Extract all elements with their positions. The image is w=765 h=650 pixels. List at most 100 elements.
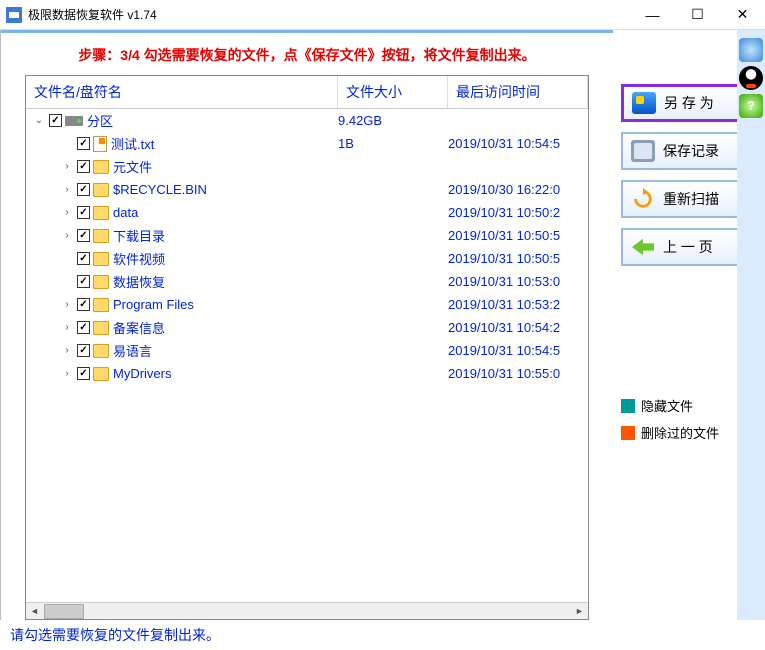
table-row[interactable]: › 下载目录 2019/10/31 10:50:5 — [26, 224, 588, 247]
horizontal-scrollbar[interactable]: ◄ ► — [26, 602, 588, 619]
row-name: Program Files — [113, 297, 194, 312]
qq-icon[interactable] — [739, 66, 763, 90]
expander-icon[interactable]: › — [60, 344, 74, 358]
scroll-left-arrow[interactable]: ◄ — [26, 603, 43, 620]
legend-deleted-label: 删除过的文件 — [641, 423, 719, 442]
row-size: 1B — [338, 136, 448, 151]
table-row[interactable]: ›易语言2019/10/31 10:54:5 — [26, 339, 588, 362]
table-row[interactable]: › 备案信息 2019/10/31 10:54:2 — [26, 316, 588, 339]
disk-icon — [65, 116, 83, 126]
help-icon[interactable]: ? — [739, 94, 763, 118]
legend-deleted-swatch — [621, 426, 635, 440]
row-checkbox[interactable] — [77, 183, 90, 196]
back-button[interactable]: 上 一 页 — [621, 228, 751, 266]
table-row[interactable]: ⌄ 分区 9.42GB — [26, 109, 588, 132]
row-time: 2019/10/31 10:54:5 — [448, 343, 588, 358]
row-name: 下载目录 — [113, 226, 165, 245]
row-time: 2019/10/30 16:22:0 — [448, 182, 588, 197]
row-checkbox[interactable] — [77, 298, 90, 311]
folder-icon — [93, 206, 109, 220]
col-header-size[interactable]: 文件大小 — [338, 76, 448, 108]
rescan-label: 重新扫描 — [663, 189, 719, 209]
save-log-button[interactable]: 保存记录 — [621, 132, 751, 170]
col-header-name[interactable]: 文件名/盘符名 — [26, 76, 338, 108]
status-bar: 请勾选需要恢复的文件复制出来。 — [4, 622, 761, 648]
row-name: 测试.txt — [111, 134, 154, 153]
close-button[interactable]: ✕ — [720, 0, 765, 30]
row-name: MyDrivers — [113, 366, 172, 381]
step-instruction: 步骤：3/4 勾选需要恢复的文件，点《保存文件》按钮，将文件复制出来。 — [1, 30, 613, 75]
row-name: data — [113, 205, 138, 220]
row-name: 备案信息 — [113, 318, 165, 337]
grid-header: 文件名/盘符名 文件大小 最后访问时间 — [26, 76, 588, 109]
row-checkbox[interactable] — [77, 137, 90, 150]
row-checkbox[interactable] — [77, 344, 90, 357]
folder-icon — [93, 183, 109, 197]
scroll-right-arrow[interactable]: ► — [571, 603, 588, 620]
row-time: 2019/10/31 10:53:0 — [448, 274, 588, 289]
expander-icon[interactable]: › — [60, 367, 74, 381]
col-header-time[interactable]: 最后访问时间 — [448, 76, 588, 108]
rescan-icon — [631, 188, 655, 210]
expander-icon[interactable]: › — [60, 229, 74, 243]
row-checkbox[interactable] — [77, 206, 90, 219]
save-as-icon — [632, 92, 656, 114]
row-name: 软件视频 — [113, 249, 165, 268]
table-row[interactable]: › data 2019/10/31 10:50:2 — [26, 201, 588, 224]
folder-icon — [93, 160, 109, 174]
row-checkbox[interactable] — [49, 114, 62, 127]
expander-icon[interactable]: › — [60, 298, 74, 312]
row-name: 分区 — [87, 111, 113, 130]
table-row[interactable]: 数据恢复 2019/10/31 10:53:0 — [26, 270, 588, 293]
globe-icon[interactable] — [739, 38, 763, 62]
row-time: 2019/10/31 10:53:2 — [448, 297, 588, 312]
row-time: 2019/10/31 10:55:0 — [448, 366, 588, 381]
table-row[interactable]: › 元文件 — [26, 155, 588, 178]
legend-deleted: 删除过的文件 — [621, 423, 755, 442]
expander-icon[interactable]: ⌄ — [32, 114, 46, 128]
table-row[interactable]: › $RECYCLE.BIN 2019/10/30 16:22:0 — [26, 178, 588, 201]
rescan-button[interactable]: 重新扫描 — [621, 180, 751, 218]
main-area: 步骤：3/4 勾选需要恢复的文件，点《保存文件》按钮，将文件复制出来。 文件名/… — [0, 30, 765, 620]
expander-icon[interactable]: › — [60, 206, 74, 220]
row-time: 2019/10/31 10:50:5 — [448, 228, 588, 243]
expander-icon — [60, 137, 74, 151]
expander-icon[interactable]: › — [60, 183, 74, 197]
row-checkbox[interactable] — [77, 252, 90, 265]
row-checkbox[interactable] — [77, 321, 90, 334]
row-checkbox[interactable] — [77, 229, 90, 242]
window-title: 极限数据恢复软件 v1.74 — [28, 6, 630, 23]
left-panel: 步骤：3/4 勾选需要恢复的文件，点《保存文件》按钮，将文件复制出来。 文件名/… — [1, 30, 613, 620]
scroll-thumb[interactable] — [44, 604, 84, 619]
expander-icon[interactable]: › — [60, 160, 74, 174]
save-log-label: 保存记录 — [663, 141, 719, 161]
row-checkbox[interactable] — [77, 275, 90, 288]
folder-icon — [93, 344, 109, 358]
table-row[interactable]: 软件视频 2019/10/31 10:50:5 — [26, 247, 588, 270]
file-icon — [93, 136, 107, 152]
row-time: 2019/10/31 10:54:5 — [448, 136, 588, 151]
row-name: 元文件 — [113, 157, 152, 176]
row-size: 9.42GB — [338, 113, 448, 128]
grid-body: ⌄分区9.42GB测试.txt1B2019/10/31 10:54:5›元文件›… — [26, 109, 588, 602]
row-time: 2019/10/31 10:50:5 — [448, 251, 588, 266]
save-as-button[interactable]: 另 存 为 — [621, 84, 751, 122]
legend-hidden-swatch — [621, 399, 635, 413]
table-row[interactable]: › MyDrivers 2019/10/31 10:55:0 — [26, 362, 588, 385]
table-row[interactable]: › Program Files 2019/10/31 10:53:2 — [26, 293, 588, 316]
file-grid: 文件名/盘符名 文件大小 最后访问时间 ⌄分区9.42GB测试.txt1B201… — [25, 75, 589, 620]
folder-icon — [93, 367, 109, 381]
legend-hidden: 隐藏文件 — [621, 396, 755, 415]
table-row[interactable]: 测试.txt 1B2019/10/31 10:54:5 — [26, 132, 588, 155]
row-checkbox[interactable] — [77, 160, 90, 173]
folder-icon — [93, 321, 109, 335]
expander-icon — [60, 275, 74, 289]
minimize-button[interactable]: — — [630, 0, 675, 30]
maximize-button[interactable]: ☐ — [675, 0, 720, 30]
row-name: 数据恢复 — [113, 272, 165, 291]
row-time: 2019/10/31 10:50:2 — [448, 205, 588, 220]
row-checkbox[interactable] — [77, 367, 90, 380]
row-name: $RECYCLE.BIN — [113, 182, 207, 197]
expander-icon[interactable]: › — [60, 321, 74, 335]
row-time: 2019/10/31 10:54:2 — [448, 320, 588, 335]
